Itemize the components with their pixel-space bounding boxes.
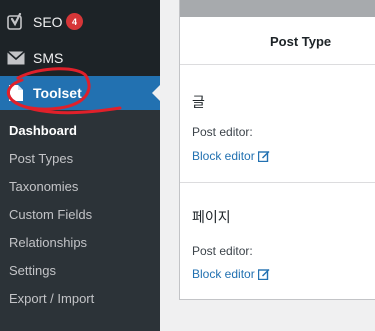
- envelope-icon: [6, 48, 26, 68]
- menu-label-seo: SEO: [33, 14, 63, 30]
- submenu-item-export-import[interactable]: Export / Import: [9, 291, 94, 307]
- panel-header-bar: [180, 0, 375, 17]
- menu-label-sms: SMS: [33, 50, 64, 66]
- submenu-item-settings[interactable]: Settings: [9, 263, 56, 279]
- submenu-item-post-types[interactable]: Post Types: [9, 151, 73, 167]
- menu-item-toolset[interactable]: Toolset: [0, 76, 160, 110]
- column-header: Post Type: [180, 17, 375, 65]
- submenu-item-custom-fields[interactable]: Custom Fields: [9, 207, 92, 223]
- post-type-name: 글: [192, 94, 205, 110]
- block-editor-link-text: Block editor: [192, 267, 255, 281]
- block-editor-link[interactable]: Block editor: [192, 267, 270, 281]
- block-editor-link[interactable]: Block editor: [192, 149, 270, 163]
- submenu-item-relationships[interactable]: Relationships: [9, 235, 87, 251]
- toolset-icon: [6, 83, 26, 103]
- block-editor-link-text: Block editor: [192, 149, 255, 163]
- menu-item-sms[interactable]: SMS: [0, 46, 160, 70]
- menu-item-seo[interactable]: SEO 4: [0, 10, 160, 34]
- menu-label-toolset: Toolset: [33, 85, 82, 101]
- yoast-seo-icon: [6, 12, 26, 32]
- column-header-post-type: Post Type: [270, 34, 332, 49]
- edit-icon: [257, 269, 270, 280]
- submenu-item-taxonomies[interactable]: Taxonomies: [9, 179, 78, 195]
- post-editor-label: Post editor:: [192, 125, 253, 139]
- toolset-submenu: Dashboard Post Types Taxonomies Custom F…: [0, 110, 160, 331]
- post-type-name: 페이지: [192, 209, 231, 225]
- update-count-badge: 4: [66, 13, 83, 30]
- table-row: 글 Post editor: Block editor: [180, 65, 375, 183]
- post-editor-label: Post editor:: [192, 244, 253, 258]
- submenu-item-dashboard[interactable]: Dashboard: [9, 123, 77, 139]
- table-row: 페이지 Post editor: Block editor: [180, 183, 375, 299]
- edit-icon: [257, 151, 270, 162]
- admin-sidebar: SEO 4 SMS Toolset Dashboard Post Types T…: [0, 0, 160, 331]
- post-types-panel: Post Type 글 Post editor: Block editor 페이…: [179, 0, 375, 300]
